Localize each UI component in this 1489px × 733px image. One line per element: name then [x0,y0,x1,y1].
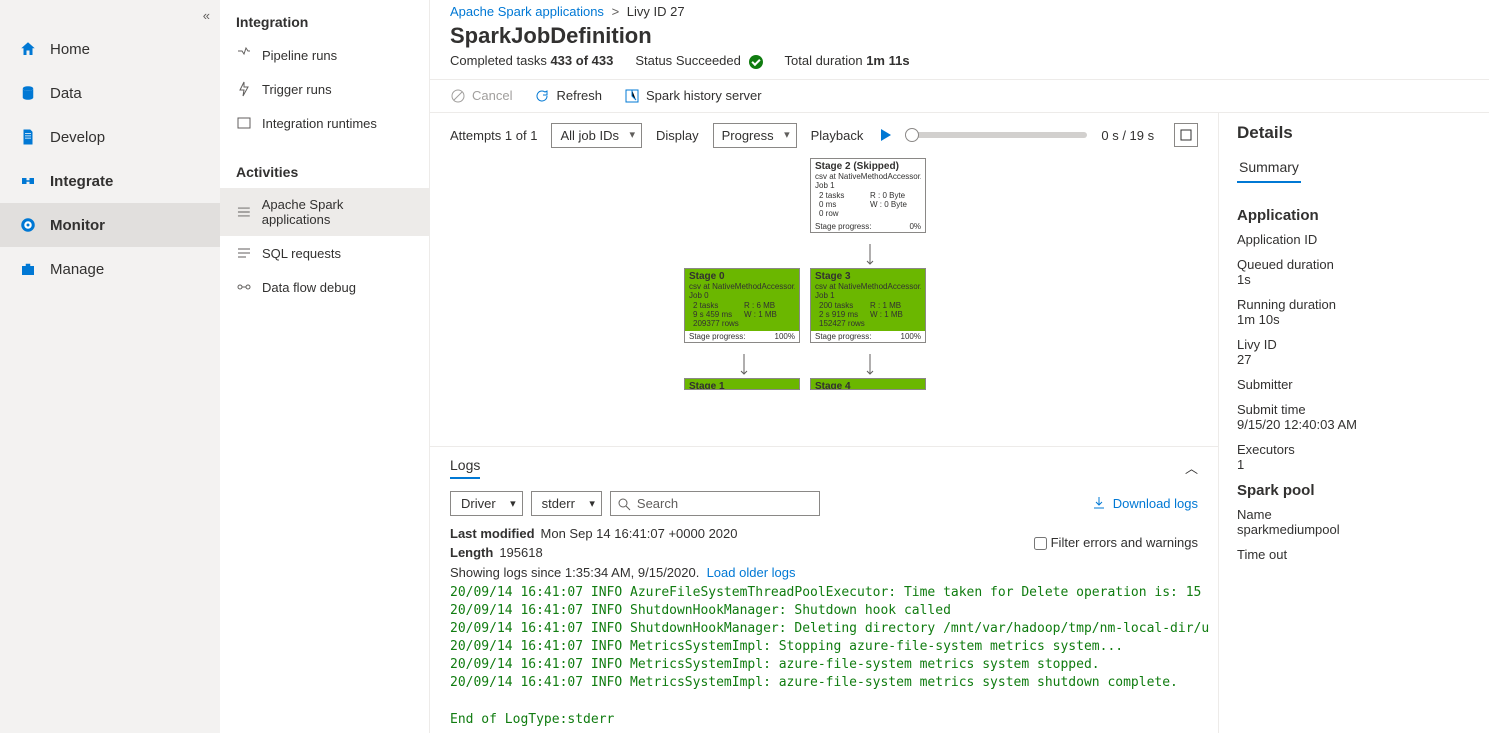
details-section-sparkpool: Spark pool [1237,482,1471,499]
nav-manage[interactable]: Manage [0,247,220,291]
home-icon [18,39,38,59]
attempts-label: Attempts 1 of 1 [450,128,537,143]
nav-data[interactable]: Data [0,71,220,115]
playback-time: 0 s / 19 s [1101,128,1154,143]
refresh-button[interactable]: Refresh [534,88,602,104]
jobids-select[interactable]: All job IDs [551,123,642,148]
log-stream-select[interactable]: stderr [531,491,602,516]
details-title: Details [1237,123,1471,143]
fit-view-button[interactable] [1174,123,1198,147]
subnav-spark-applications[interactable]: Apache Spark applications [220,188,429,236]
collapse-nav-button[interactable]: « [0,4,220,27]
nav-label: Data [50,85,82,102]
stage-partial-4[interactable]: Stage 4 [810,378,926,390]
logs-controls: Driver stderr Search Download logs [430,485,1218,522]
details-tab-summary[interactable]: Summary [1237,153,1301,183]
spark-history-button[interactable]: Spark history server [624,88,762,104]
subnav-section-integration: Integration [220,8,429,38]
stage-partial-1[interactable]: Stage 1 [684,378,800,390]
dag-arrow [865,354,875,378]
subnav-trigger-runs[interactable]: Trigger runs [220,72,429,106]
breadcrumb-current: Livy ID 27 [627,4,685,19]
subnav-integration-runtimes[interactable]: Integration runtimes [220,106,429,140]
stage-0[interactable]: Stage 0csv at NativeMethodAccessor..Job … [684,268,800,343]
breadcrumb-parent[interactable]: Apache Spark applications [450,4,604,19]
filter-errors-checkbox[interactable]: Filter errors and warnings [1034,524,1198,563]
nav-label: Manage [50,261,104,278]
nav-label: Home [50,41,90,58]
status-success-icon [749,55,763,69]
monitor-icon [18,215,38,235]
cancel-button: Cancel [450,88,512,104]
nav-monitor[interactable]: Monitor [0,203,220,247]
document-icon [18,127,38,147]
display-select[interactable]: Progress [713,123,797,148]
stage-2[interactable]: Stage 2 (Skipped)csv at NativeMethodAcce… [810,158,926,233]
load-older-logs-link[interactable]: Load older logs [707,565,796,580]
page-title: SparkJobDefinition [430,21,1489,53]
subnav-sql-requests[interactable]: SQL requests [220,236,429,270]
nav-home[interactable]: Home [0,27,220,71]
subnav-pipeline-runs[interactable]: Pipeline runs [220,38,429,72]
logs-tab[interactable]: Logs [450,457,480,479]
meta-row: Completed tasks 433 of 433 Status Succee… [430,53,1489,79]
main-content: Apache Spark applications > Livy ID 27 S… [430,0,1489,733]
dag-arrow [739,354,749,378]
dag-controls: Attempts 1 of 1 All job IDs Display Prog… [430,113,1218,158]
logs-header: Logs ︿ [430,446,1218,485]
log-source-select[interactable]: Driver [450,491,523,516]
sub-nav: Integration Pipeline runs Trigger runs I… [220,0,430,733]
download-logs-button[interactable]: Download logs [1091,495,1198,511]
details-section-application: Application [1237,207,1471,224]
play-icon[interactable] [877,127,893,143]
collapse-logs-icon[interactable]: ︿ [1185,458,1198,477]
dag-view[interactable]: Stage 2 (Skipped)csv at NativeMethodAcce… [430,158,1218,446]
nav-develop[interactable]: Develop [0,115,220,159]
integrate-icon [18,171,38,191]
details-panel: Details Summary Application Application … [1219,113,1489,733]
nav-label: Develop [50,129,105,146]
toolbar: Cancel Refresh Spark history server [430,79,1489,113]
subnav-section-activities: Activities [220,158,429,188]
breadcrumb: Apache Spark applications > Livy ID 27 [430,0,1489,21]
stage-3[interactable]: Stage 3csv at NativeMethodAccessor..Job … [810,268,926,343]
playback-slider[interactable] [907,132,1087,138]
nav-label: Monitor [50,217,105,234]
dag-arrow [865,244,875,268]
left-nav: « Home Data Develop Integrate Monitor Ma… [0,0,220,733]
log-output: 20/09/14 16:41:07 INFO AzureFileSystemTh… [430,580,1218,733]
nav-integrate[interactable]: Integrate [0,159,220,203]
toolbox-icon [18,259,38,279]
subnav-dataflow-debug[interactable]: Data flow debug [220,270,429,304]
nav-label: Integrate [50,173,113,190]
center-panel: Attempts 1 of 1 All job IDs Display Prog… [430,113,1219,733]
database-icon [18,83,38,103]
log-search-input[interactable]: Search [610,491,820,516]
